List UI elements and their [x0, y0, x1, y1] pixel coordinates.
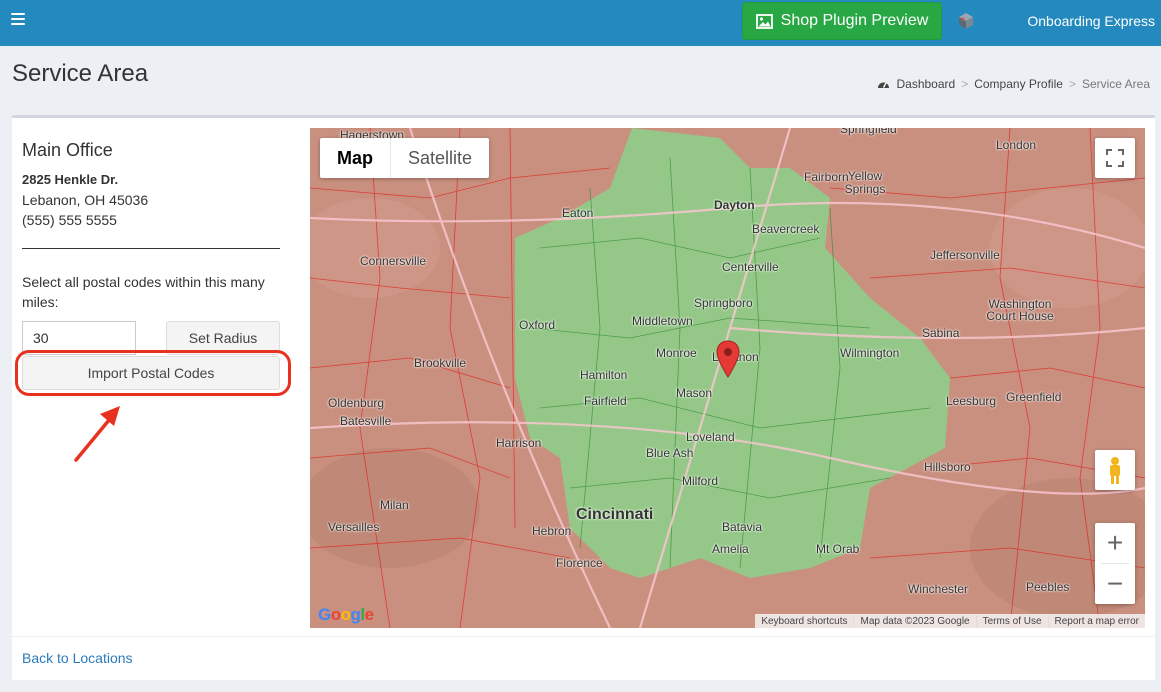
breadcrumb-dashboard[interactable]: Dashboard — [896, 77, 955, 91]
location-pin-icon[interactable] — [716, 340, 740, 378]
map-label: Versailles — [328, 520, 380, 534]
breadcrumb-separator: > — [1068, 77, 1076, 91]
arrow-annotation — [74, 406, 120, 462]
breadcrumb-separator: > — [961, 77, 969, 91]
map-label: Cincinnati — [576, 506, 654, 523]
shop-button-label: Shop Plugin Preview — [780, 12, 929, 29]
map-label: Centerville — [722, 260, 779, 274]
page-title: Service Area — [12, 60, 149, 87]
map-type-satellite[interactable]: Satellite — [391, 138, 489, 178]
google-logo: Google — [318, 605, 374, 624]
back-to-locations-link[interactable]: Back to Locations — [22, 650, 133, 666]
radius-label: Select all postal codes within this many… — [22, 274, 265, 310]
map-label: Peebles — [1026, 580, 1070, 594]
map-label: Monroe — [656, 346, 697, 360]
map-label: Batesville — [340, 414, 392, 428]
map-label: Dayton — [714, 198, 755, 212]
hamburger-icon[interactable] — [11, 13, 25, 25]
map-label: Hillsboro — [924, 460, 971, 474]
office-title: Main Office — [22, 140, 113, 160]
map-label: Hebron — [532, 524, 572, 538]
terms-of-use-link[interactable]: Terms of Use — [975, 615, 1048, 627]
top-navbar: Shop Plugin Preview Onboarding Express — [0, 0, 1161, 46]
map-label: Milan — [380, 498, 409, 512]
cube-icon — [959, 13, 973, 29]
card-footer: Back to Locations — [12, 636, 1155, 680]
shop-plugin-preview-button[interactable]: Shop Plugin Preview — [742, 2, 942, 40]
map-attribution: Keyboard shortcuts Map data ©2023 Google… — [755, 614, 1145, 628]
fullscreen-icon[interactable] — [1095, 138, 1135, 178]
map-label: Mason — [676, 386, 713, 400]
map-label: Hamilton — [580, 368, 628, 382]
zoom-out-button[interactable]: − — [1095, 564, 1135, 604]
map-type-map[interactable]: Map — [320, 138, 391, 178]
highlight-annotation — [15, 350, 291, 396]
map-label: Florence — [556, 556, 603, 570]
service-area-map[interactable]: Hagerstown Springfield London Fairborn Y… — [310, 128, 1145, 628]
map-label: Harrison — [496, 436, 542, 450]
phone-number: (555) 555 5555 — [22, 212, 117, 228]
map-label: Yellow Springs — [844, 169, 886, 196]
map-label: Springboro — [694, 296, 753, 310]
image-icon — [755, 13, 773, 29]
service-area-card: Main Office 2825 Henkle Dr. Lebanon, OH … — [12, 115, 1155, 680]
map-label: Beavercreek — [752, 222, 820, 236]
map-data-credit: Map data ©2023 Google — [853, 615, 975, 627]
breadcrumb: Dashboard > Company Profile > Service Ar… — [877, 77, 1150, 91]
map-label: Winchester — [908, 582, 969, 596]
breadcrumb-service-area: Service Area — [1081, 77, 1150, 91]
map-label: Blue Ash — [646, 446, 694, 460]
map-label: Fairfield — [584, 394, 627, 408]
map-label: Loveland — [686, 430, 735, 444]
map-label: Oxford — [519, 318, 556, 332]
map-label: Springfield — [840, 128, 897, 136]
address-line2: Lebanon, OH 45036 — [22, 192, 149, 208]
report-map-error-link[interactable]: Report a map error — [1047, 615, 1145, 627]
map-label: Oldenburg — [328, 396, 385, 410]
keyboard-shortcuts-link[interactable]: Keyboard shortcuts — [755, 616, 853, 627]
address-line1: 2825 Henkle Dr. — [22, 172, 119, 187]
map-label: Sabina — [922, 326, 960, 340]
street-view-pegman-icon[interactable] — [1095, 450, 1135, 490]
dashboard-icon — [878, 82, 890, 88]
map-label: Greenfield — [1006, 390, 1062, 404]
map-label: Jeffersonville — [930, 248, 1000, 262]
map-label: London — [996, 138, 1037, 152]
map-label: Brookville — [414, 356, 467, 370]
map-label: Mt Orab — [816, 542, 860, 556]
map-label: Middletown — [632, 314, 693, 328]
map-label: Batavia — [722, 520, 763, 534]
map-label: Amelia — [712, 542, 749, 556]
brand-name[interactable]: Onboarding Express — [1027, 13, 1155, 29]
map-label: Washington Court House — [986, 297, 1054, 323]
map-type-control: Map Satellite — [320, 138, 490, 178]
divider — [22, 248, 280, 249]
map-label: Milford — [682, 474, 719, 488]
zoom-in-button[interactable]: + — [1095, 523, 1135, 563]
zoom-control: + − — [1095, 523, 1135, 604]
map-label: Eaton — [562, 206, 594, 220]
map-label: Wilmington — [840, 346, 900, 360]
breadcrumb-company-profile[interactable]: Company Profile — [974, 77, 1063, 91]
map-label: Leesburg — [946, 394, 997, 408]
map-label: Connersville — [360, 254, 427, 268]
